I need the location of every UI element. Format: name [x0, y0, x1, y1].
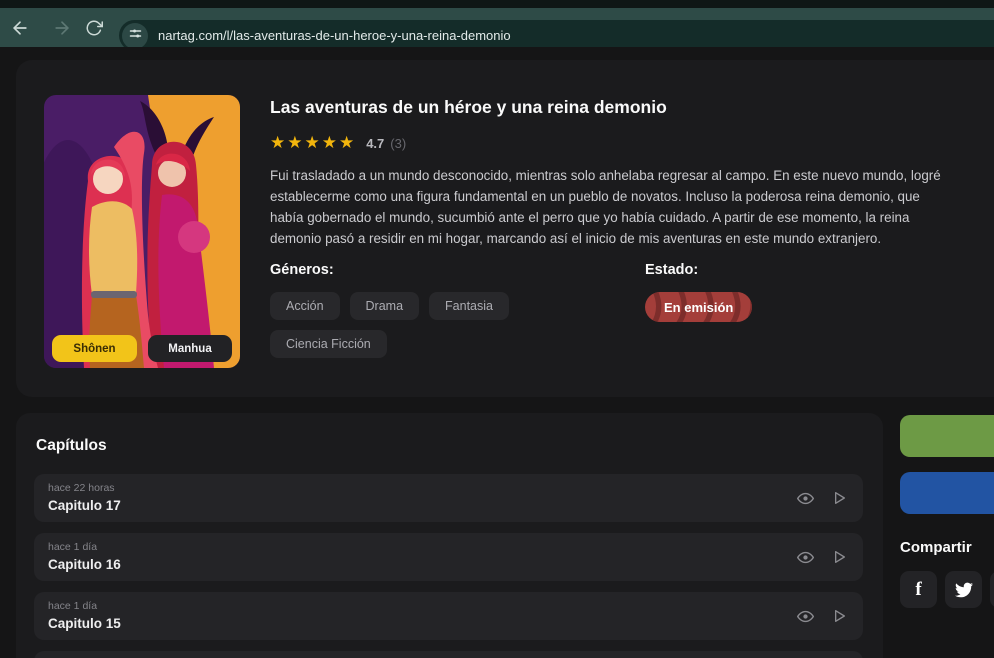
genre-tag[interactable]: Drama	[350, 292, 420, 320]
reload-button[interactable]	[82, 17, 106, 39]
genres-section: Géneros: Acción Drama Fantasia Ciencia Ficc…	[270, 261, 645, 358]
chapter-row-partial[interactable]	[34, 651, 863, 658]
sidebar: Compartir f	[900, 415, 994, 608]
cover-art-illustration	[44, 95, 240, 368]
facebook-share-button[interactable]: f	[900, 571, 937, 608]
mark-read-eye-icon[interactable]	[797, 549, 814, 566]
chapter-row-actions	[797, 474, 847, 522]
chapter-time: hace 1 día	[48, 541, 863, 554]
genre-tag[interactable]: Acción	[270, 292, 340, 320]
rating-row: ★★★★★ 4.7 (3)	[270, 134, 966, 152]
social-share-buttons: f	[900, 571, 994, 608]
series-title: Las aventuras de un héroe y una reina de…	[270, 96, 966, 118]
sidebar-action-secondary-button[interactable]	[900, 472, 994, 514]
series-description: Fui trasladado a un mundo desconocido, m…	[270, 165, 952, 249]
genre-tag[interactable]: Ciencia Ficción	[270, 330, 387, 358]
status-section: Estado: En emisión	[645, 261, 966, 358]
back-button[interactable]	[8, 17, 32, 39]
star-rating-icons: ★★★★★	[270, 134, 356, 152]
series-info-card: Shônen Manhua Las aventuras de un héroe …	[16, 60, 994, 397]
chapter-time: hace 1 día	[48, 600, 863, 613]
browser-window: nartag.com/l/las-aventuras-de-un-heroe-y…	[0, 0, 994, 658]
status-label: Estado:	[645, 261, 966, 279]
genres-label: Géneros:	[270, 261, 645, 279]
cover-tag-shonen[interactable]: Shônen	[52, 335, 137, 362]
chapter-title: Capitulo 15	[48, 615, 863, 632]
page-content: Shônen Manhua Las aventuras de un héroe …	[0, 47, 994, 658]
chapter-row-actions	[797, 592, 847, 640]
arrow-right-icon	[50, 18, 74, 38]
chapter-title: Capitulo 17	[48, 497, 863, 514]
series-cover: Shônen Manhua	[44, 95, 240, 368]
facebook-icon: f	[915, 579, 921, 601]
chapter-title: Capitulo 16	[48, 556, 863, 573]
chapters-heading: Capítulos	[16, 413, 883, 455]
chapter-row[interactable]: hace 22 horas Capitulo 17	[34, 474, 863, 522]
forward-button[interactable]	[50, 17, 74, 39]
genre-tag[interactable]: Fantasia	[429, 292, 509, 320]
site-settings-button[interactable]	[122, 23, 148, 49]
rating-count: (3)	[390, 136, 406, 151]
twitter-share-button[interactable]	[945, 571, 982, 608]
chapter-list: hace 22 horas Capitulo 17 hace 1 día Capitu…	[16, 474, 883, 640]
cover-tag-manhua[interactable]: Manhua	[148, 335, 232, 362]
chapter-row-actions	[797, 533, 847, 581]
chapter-row[interactable]: hace 1 día Capitulo 15	[34, 592, 863, 640]
sidebar-action-primary-button[interactable]	[900, 415, 994, 457]
mark-read-eye-icon[interactable]	[797, 490, 814, 507]
tune-icon	[128, 26, 143, 46]
play-chapter-icon[interactable]	[831, 608, 847, 624]
url-text: nartag.com/l/las-aventuras-de-un-heroe-y…	[158, 28, 511, 43]
share-label: Compartir	[900, 539, 994, 556]
window-titlebar	[0, 0, 994, 8]
arrow-left-icon	[8, 18, 32, 38]
extra-share-button[interactable]	[990, 571, 994, 608]
play-chapter-icon[interactable]	[831, 490, 847, 506]
browser-toolbar: nartag.com/l/las-aventuras-de-un-heroe-y…	[0, 8, 994, 47]
chapter-row[interactable]: hace 1 día Capitulo 16	[34, 533, 863, 581]
reload-icon	[82, 19, 106, 37]
genre-tag-list: Acción Drama Fantasia Ciencia Ficción	[270, 292, 590, 358]
rating-value: 4.7	[366, 136, 384, 151]
play-chapter-icon[interactable]	[831, 549, 847, 565]
series-meta: Géneros: Acción Drama Fantasia Ciencia Ficc…	[270, 261, 966, 358]
chapters-card: Capítulos hace 22 horas Capitulo 17 hace 1…	[16, 413, 883, 658]
mark-read-eye-icon[interactable]	[797, 608, 814, 625]
series-info: Las aventuras de un héroe y una reina de…	[270, 96, 966, 358]
twitter-icon	[955, 581, 973, 599]
chapter-time: hace 22 horas	[48, 482, 863, 495]
status-badge: En emisión	[645, 292, 752, 322]
